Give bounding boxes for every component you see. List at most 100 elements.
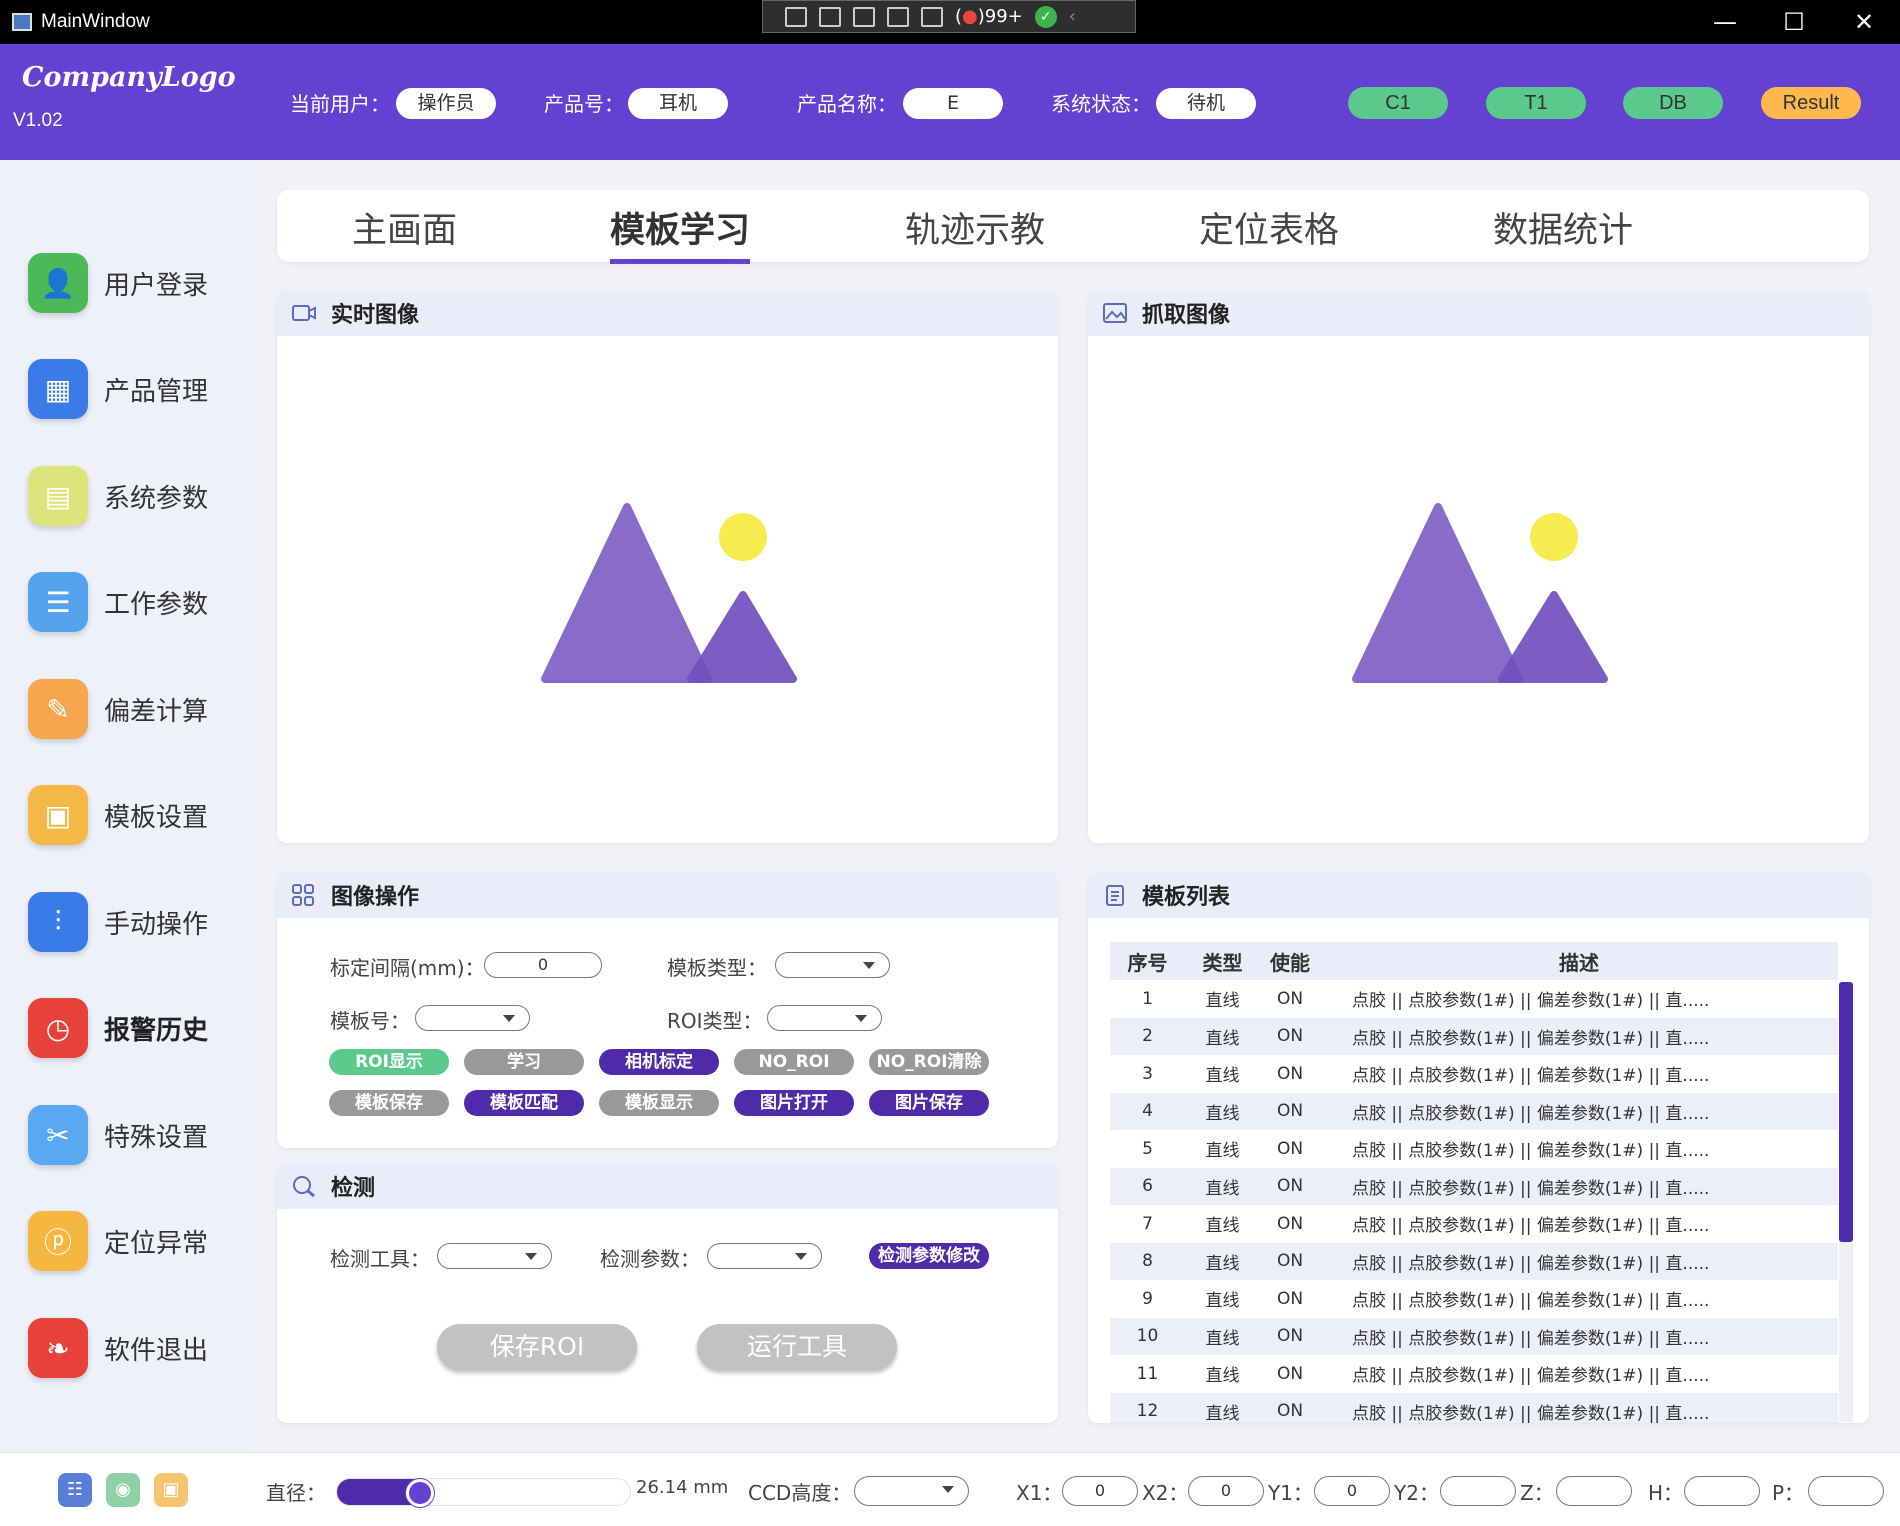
cell-enable: ON [1276,1138,1304,1159]
x2-input[interactable]: 0 [1188,1476,1264,1506]
no-roi-clear-button[interactable]: NO_ROI清除 [869,1049,989,1075]
template-match-button[interactable]: 模板匹配 [464,1090,584,1116]
cell-index: 5 [1142,1138,1153,1159]
sidebar-item-location-error[interactable]: ⓟ 定位异常 [28,1210,238,1272]
table-row[interactable]: 3 直线 ON 点胶 || 点胶参数(1#) || 偏差参数(1#) || 直....… [1110,1055,1838,1093]
check-icon[interactable]: ✓ [1034,5,1057,28]
sidebar-item-special-settings[interactable]: ✂ 特殊设置 [28,1104,238,1166]
cell-description: 点胶 || 点胶参数(1#) || 偏差参数(1#) || 直..... [1352,991,1710,1012]
tab-data-statistics[interactable]: 数据统计 [1493,202,1633,253]
no-roi-button[interactable]: NO_ROI [734,1049,854,1075]
camera-calibrate-button[interactable]: 相机标定 [599,1049,719,1075]
cell-enable: ON [1276,1401,1304,1422]
tab-template-learning[interactable]: 模板学习 [610,202,751,264]
eye-icon[interactable]: ◉ [106,1473,140,1507]
p-label: P： [1772,1481,1805,1505]
collapse-arrow-icon[interactable]: ‹ [1069,6,1076,27]
sidebar-item-exit[interactable]: ❧ 软件退出 [28,1317,238,1379]
y2-input[interactable] [1440,1476,1516,1506]
table-row[interactable]: 4 直线 ON 点胶 || 点胶参数(1#) || 偏差参数(1#) || 直....… [1110,1092,1838,1130]
sidebar-item-system-params[interactable]: ▤ 系统参数 [28,465,238,527]
cell-enable: ON [1276,1213,1304,1234]
diameter-slider[interactable] [336,1478,631,1507]
cell-type: 直线 [1205,1103,1240,1124]
scrollbar-thumb[interactable] [1839,982,1853,1242]
sidebar-item-label: 手动操作 [104,909,209,940]
table-row[interactable]: 8 直线 ON 点胶 || 点胶参数(1#) || 偏差参数(1#) || 直....… [1110,1242,1838,1280]
template-save-button[interactable]: 模板保存 [329,1090,449,1116]
version-label: V1.02 [13,110,63,131]
sidebar-item-label: 产品管理 [104,376,209,407]
binding-failures-badge[interactable]: (●)99+ [955,6,1023,27]
learn-button[interactable]: 学习 [464,1049,584,1075]
detect-tool-select[interactable] [437,1243,552,1269]
tab-location-table[interactable]: 定位表格 [1199,202,1339,253]
y1-input[interactable]: 0 [1314,1476,1390,1506]
table-row[interactable]: 9 直线 ON 点胶 || 点胶参数(1#) || 偏差参数(1#) || 直....… [1110,1280,1838,1318]
maximize-button[interactable]: ☐ [1774,8,1814,36]
table-row[interactable]: 2 直线 ON 点胶 || 点胶参数(1#) || 偏差参数(1#) || 直....… [1110,1017,1838,1055]
table-row[interactable]: 10 直线 ON 点胶 || 点胶参数(1#) || 偏差参数(1#) || 直...… [1110,1317,1838,1355]
track-focus-icon[interactable] [921,6,943,27]
detect-param-label: 检测参数： [600,1247,700,1271]
sidebar-item-manual-operation[interactable]: ⫶ 手动操作 [28,891,238,953]
z-input[interactable] [1556,1476,1632,1506]
template-show-button[interactable]: 模板显示 [599,1090,719,1116]
x1-input[interactable]: 0 [1062,1476,1138,1506]
camera-icon[interactable] [819,6,841,27]
sidebar-item-template-settings[interactable]: ▣ 模板设置 [28,784,238,846]
p-input[interactable] [1808,1476,1884,1506]
image-save-button[interactable]: 图片保存 [869,1090,989,1116]
roi-show-button[interactable]: ROI显示 [329,1049,449,1075]
sidebar-item-user-login[interactable]: 👤 用户登录 [28,252,238,314]
settings-sliders-icon[interactable]: ☷ [58,1473,92,1507]
tab-trajectory-teach[interactable]: 轨迹示教 [905,202,1045,253]
alarm-history-icon: ◷ [28,998,88,1058]
image-open-button[interactable]: 图片打开 [734,1090,854,1116]
sidebar-item-product-manage[interactable]: ▦ 产品管理 [28,358,238,420]
run-tool-button[interactable]: 运行工具 [697,1324,897,1370]
table-row[interactable]: 11 直线 ON 点胶 || 点胶参数(1#) || 偏差参数(1#) || 直...… [1110,1355,1838,1393]
cell-type: 直线 [1205,991,1240,1012]
sidebar-item-deviation-calc[interactable]: ✎ 偏差计算 [28,678,238,740]
select-element-icon[interactable] [853,6,875,27]
layout-adorner-icon[interactable] [887,6,909,27]
table-row[interactable]: 6 直线 ON 点胶 || 点胶参数(1#) || 偏差参数(1#) || 直....… [1110,1167,1838,1205]
tab-main-screen[interactable]: 主画面 [352,202,457,253]
cell-type: 直线 [1205,1403,1240,1423]
h-input[interactable] [1684,1476,1760,1506]
panel-title: 实时图像 [331,303,420,328]
edit-icon: ✎ [28,679,88,739]
diameter-value: 26.14 mm [636,1477,729,1498]
diameter-label: 直径： [266,1481,326,1505]
table-row[interactable]: 12 直线 ON 点胶 || 点胶参数(1#) || 偏差参数(1#) || 直...… [1110,1392,1838,1423]
user-icon: 👤 [28,253,88,313]
y2-label: Y2： [1394,1481,1439,1505]
template-no-select[interactable] [415,1005,530,1031]
cell-type: 直线 [1205,1141,1240,1162]
ccd-height-select[interactable] [854,1476,969,1506]
detect-param-modify-button[interactable]: 检测参数修改 [869,1243,989,1269]
sidebar-item-alarm-history[interactable]: ◷ 报警历史 [28,997,238,1059]
cell-enable: ON [1276,1026,1304,1047]
detect-param-select[interactable] [707,1243,822,1269]
camera-icon[interactable]: ▣ [154,1473,188,1507]
diameter-slider-knob[interactable] [406,1479,434,1507]
system-status-value: 待机 [1156,88,1256,119]
cell-type: 直线 [1205,1253,1240,1274]
minimize-button[interactable]: — [1705,8,1745,36]
table-row[interactable]: 1 直线 ON 点胶 || 点胶参数(1#) || 偏差参数(1#) || 直....… [1110,980,1838,1018]
app-window-icon [12,13,32,31]
table-row[interactable]: 5 直线 ON 点胶 || 点胶参数(1#) || 偏差参数(1#) || 直....… [1110,1130,1838,1168]
cell-index: 9 [1142,1288,1153,1309]
grid-squares-icon [292,884,314,906]
calib-interval-input[interactable]: 0 [484,952,602,978]
save-roi-button[interactable]: 保存ROI [437,1324,637,1370]
image-placeholder-icon [540,502,797,683]
live-tree-icon[interactable] [785,6,807,27]
table-row[interactable]: 7 直线 ON 点胶 || 点胶参数(1#) || 偏差参数(1#) || 直....… [1110,1205,1838,1243]
sidebar-item-work-params[interactable]: ☰ 工作参数 [28,571,238,633]
close-button[interactable]: ✕ [1844,8,1884,36]
template-type-select[interactable] [775,952,890,978]
roi-type-select[interactable] [767,1005,882,1031]
